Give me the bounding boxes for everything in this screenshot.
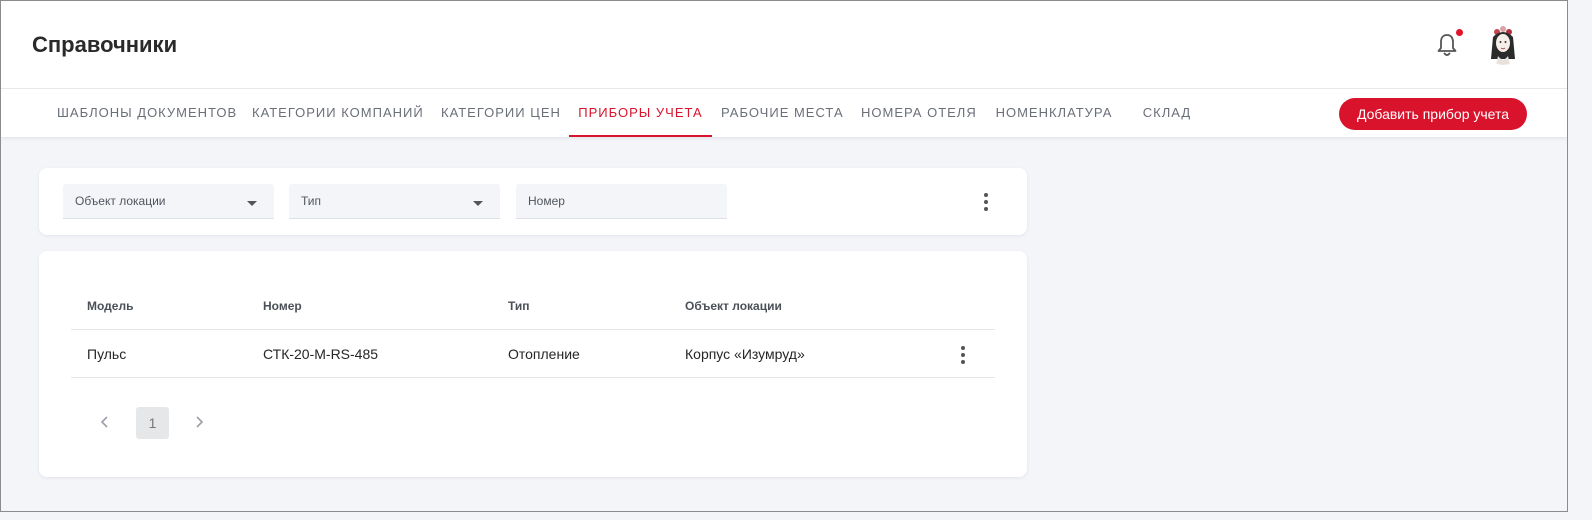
column-header-type: Тип [508, 299, 530, 313]
tab-warehouse[interactable]: Склад [1139, 89, 1195, 137]
row-more-vert-icon[interactable] [961, 346, 965, 367]
location-filter-placeholder: Объект локации [75, 194, 166, 208]
column-header-location: Объект локации [685, 299, 782, 313]
type-filter-select[interactable]: Тип [289, 184, 500, 219]
more-vert-icon[interactable] [984, 193, 988, 214]
bell-icon[interactable] [1435, 32, 1459, 58]
page-number-button[interactable]: 1 [136, 407, 169, 439]
tab-hotel-rooms[interactable]: Номера отеля [861, 89, 976, 137]
chevron-right-icon[interactable] [191, 414, 207, 430]
row-divider [71, 377, 995, 378]
cell-location: Корпус «Изумруд» [685, 346, 805, 362]
type-filter-placeholder: Тип [301, 194, 322, 208]
tab-price-categories[interactable]: Категории цен [441, 89, 560, 137]
cell-type: Отопление [508, 346, 580, 362]
number-filter-placeholder: Номер [528, 194, 565, 208]
tab-meters[interactable]: Приборы учета [569, 89, 712, 137]
cell-number: СТК-20-М-RS-485 [263, 346, 379, 362]
avatar-image [1482, 23, 1524, 65]
notification-dot [1456, 29, 1463, 36]
header: Справочники [1, 1, 1567, 89]
tab-bar: Шаблоны документов Категории компаний Ка… [1, 89, 1567, 137]
tab-nomenclature[interactable]: Номенклатура [994, 89, 1114, 137]
column-header-number: Номер [263, 299, 302, 313]
caret-down-icon [247, 201, 257, 206]
filter-panel: Объект локации Тип Номер [39, 168, 1027, 235]
app-window: Справочники Шаблоны документов Категории [0, 0, 1568, 512]
caret-down-icon [473, 201, 483, 206]
header-divider [71, 329, 995, 330]
tab-company-categories[interactable]: Категории компаний [252, 89, 423, 137]
location-filter-select[interactable]: Объект локации [63, 184, 274, 219]
tab-document-templates[interactable]: Шаблоны документов [57, 89, 236, 137]
number-filter-input[interactable]: Номер [516, 184, 727, 219]
add-meter-button[interactable]: Добавить прибор учета [1339, 98, 1527, 130]
page-title: Справочники [32, 32, 178, 57]
chevron-left-icon[interactable] [97, 414, 113, 430]
meters-table: Модель Номер Тип Объект локации Пульс СТ… [39, 251, 1027, 477]
avatar[interactable] [1482, 23, 1524, 65]
column-header-model: Модель [87, 299, 134, 313]
cell-model: Пульс [87, 346, 127, 362]
tab-workplaces[interactable]: Рабочие места [721, 89, 843, 137]
